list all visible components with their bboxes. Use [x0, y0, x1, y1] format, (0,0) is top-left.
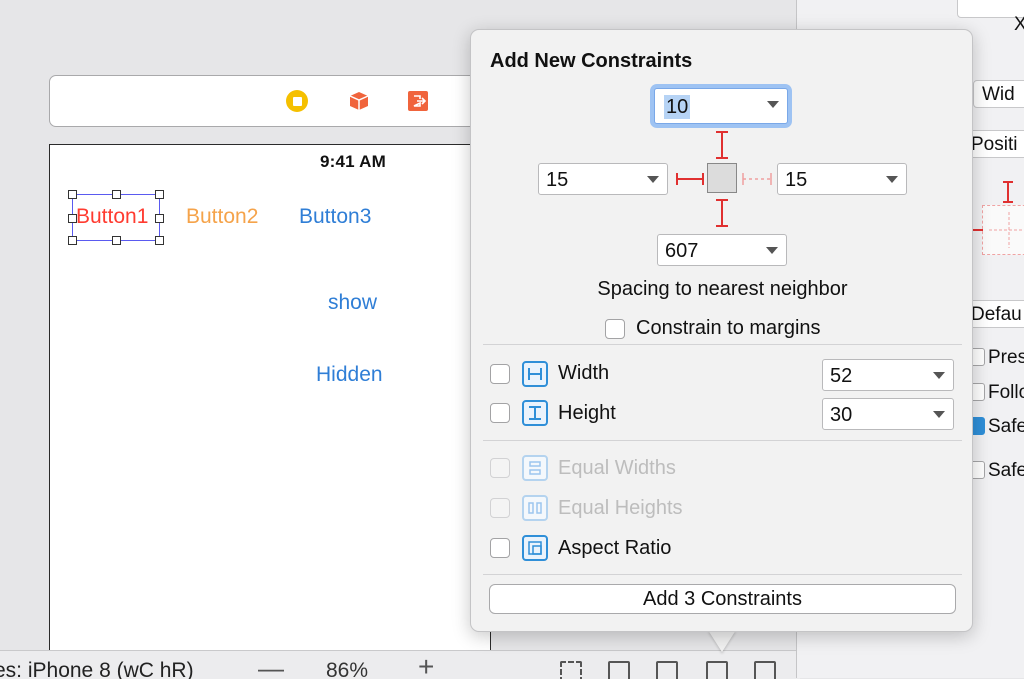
zoom-out-button[interactable]: — — [258, 653, 284, 679]
equal-widths-label: Equal Widths — [558, 457, 676, 479]
hidden-button[interactable]: Hidden — [316, 363, 383, 387]
chevron-down-icon[interactable] — [766, 247, 778, 254]
constrain-to-margins-label: Constrain to margins — [636, 317, 821, 339]
view-controller-icon[interactable] — [286, 90, 308, 112]
canvas-bottom-bar: es: iPhone 8 (wC hR) — 86% + — [0, 650, 800, 679]
inspector-follow-label: Follo — [988, 382, 1024, 403]
inspector-width-field[interactable]: Wid — [973, 80, 1024, 108]
show-button[interactable]: show — [328, 291, 377, 315]
device-screen: 9:41 AM Button1 Button2 Button3 show Hid… — [49, 144, 491, 655]
top-spacing-combo[interactable]: 10 — [654, 88, 788, 124]
popover-arrow — [708, 630, 736, 652]
inspector-x-label: X — [1014, 14, 1024, 35]
selection-frame[interactable] — [68, 190, 164, 245]
embed-in-stack-icon[interactable] — [608, 661, 630, 679]
chevron-down-icon[interactable] — [647, 176, 659, 183]
popover-title: Add New Constraints — [490, 50, 693, 72]
top-constraint-strut[interactable] — [711, 130, 733, 160]
resize-handle-tl[interactable] — [68, 190, 77, 199]
resize-handle-tr[interactable] — [155, 190, 164, 199]
leading-spacing-combo[interactable] — [538, 163, 668, 195]
zoom-level[interactable]: 86% — [326, 659, 368, 679]
chevron-down-icon[interactable] — [933, 372, 945, 379]
spacing-label: Spacing to nearest neighbor — [597, 278, 848, 300]
inspector-position-popup[interactable]: Positi — [967, 130, 1024, 158]
inspector-safe-area-guide-label: Safe — [988, 460, 1024, 481]
device-config-label[interactable]: es: iPhone 8 (wC hR) — [0, 659, 194, 679]
aspect-ratio-icon — [522, 535, 548, 561]
resize-handle-l[interactable] — [68, 214, 77, 223]
trailing-constraint-strut[interactable] — [741, 168, 773, 190]
equal-widths-checkbox[interactable] — [490, 458, 510, 478]
inspector-default-popup[interactable]: Defau — [967, 300, 1024, 328]
selected-view-box — [707, 163, 737, 193]
equal-heights-checkbox[interactable] — [490, 498, 510, 518]
status-bar-time: 9:41 AM — [320, 152, 386, 171]
add-constraints-icon[interactable] — [706, 661, 728, 679]
inspector-preserve-label: Pres — [988, 347, 1024, 368]
update-frames-icon[interactable] — [560, 661, 582, 679]
height-checkbox[interactable] — [490, 403, 510, 423]
resize-handle-r[interactable] — [155, 214, 164, 223]
bottom-spacing-combo[interactable] — [657, 234, 787, 266]
bottom-constraint-strut[interactable] — [711, 198, 733, 228]
add-constraints-button[interactable]: Add 3 Constraints — [489, 584, 956, 614]
first-responder-icon[interactable] — [348, 90, 370, 112]
constrain-to-margins-checkbox[interactable] — [605, 319, 625, 339]
equal-heights-icon — [522, 495, 548, 521]
height-label: Height — [558, 402, 616, 424]
divider — [483, 344, 962, 345]
top-spacing-value[interactable]: 10 — [664, 95, 691, 119]
resolve-issues-icon[interactable] — [754, 661, 776, 679]
width-label: Width — [558, 362, 610, 384]
resize-handle-t[interactable] — [112, 190, 121, 199]
exit-icon[interactable] — [407, 90, 429, 112]
width-constraint-icon — [522, 361, 548, 387]
divider — [483, 574, 962, 575]
width-combo[interactable] — [822, 359, 954, 391]
resize-handle-bl[interactable] — [68, 236, 77, 245]
align-icon[interactable] — [656, 661, 678, 679]
chevron-down-icon[interactable] — [886, 176, 898, 183]
trailing-spacing-combo[interactable] — [777, 163, 907, 195]
add-constraints-popover: Add New Constraints 10 Spacing — [470, 29, 973, 632]
button2[interactable]: Button2 — [186, 205, 258, 229]
leading-constraint-strut[interactable] — [675, 168, 705, 190]
height-combo[interactable] — [822, 398, 954, 430]
resize-handle-br[interactable] — [155, 236, 164, 245]
chevron-down-icon[interactable] — [933, 411, 945, 418]
aspect-ratio-label: Aspect Ratio — [558, 537, 672, 559]
inspector-safe-area-label: Safe — [988, 416, 1024, 437]
divider — [483, 440, 962, 441]
chevron-down-icon[interactable] — [767, 101, 779, 108]
inspector-spacing-diagram — [982, 205, 1024, 255]
equal-widths-icon — [522, 455, 548, 481]
scene-dock — [49, 75, 501, 127]
resize-handle-b[interactable] — [112, 236, 121, 245]
zoom-in-button[interactable]: + — [418, 651, 434, 679]
width-checkbox[interactable] — [490, 364, 510, 384]
height-constraint-icon — [522, 400, 548, 426]
aspect-ratio-checkbox[interactable] — [490, 538, 510, 558]
equal-heights-label: Equal Heights — [558, 497, 683, 519]
button3[interactable]: Button3 — [299, 205, 371, 229]
